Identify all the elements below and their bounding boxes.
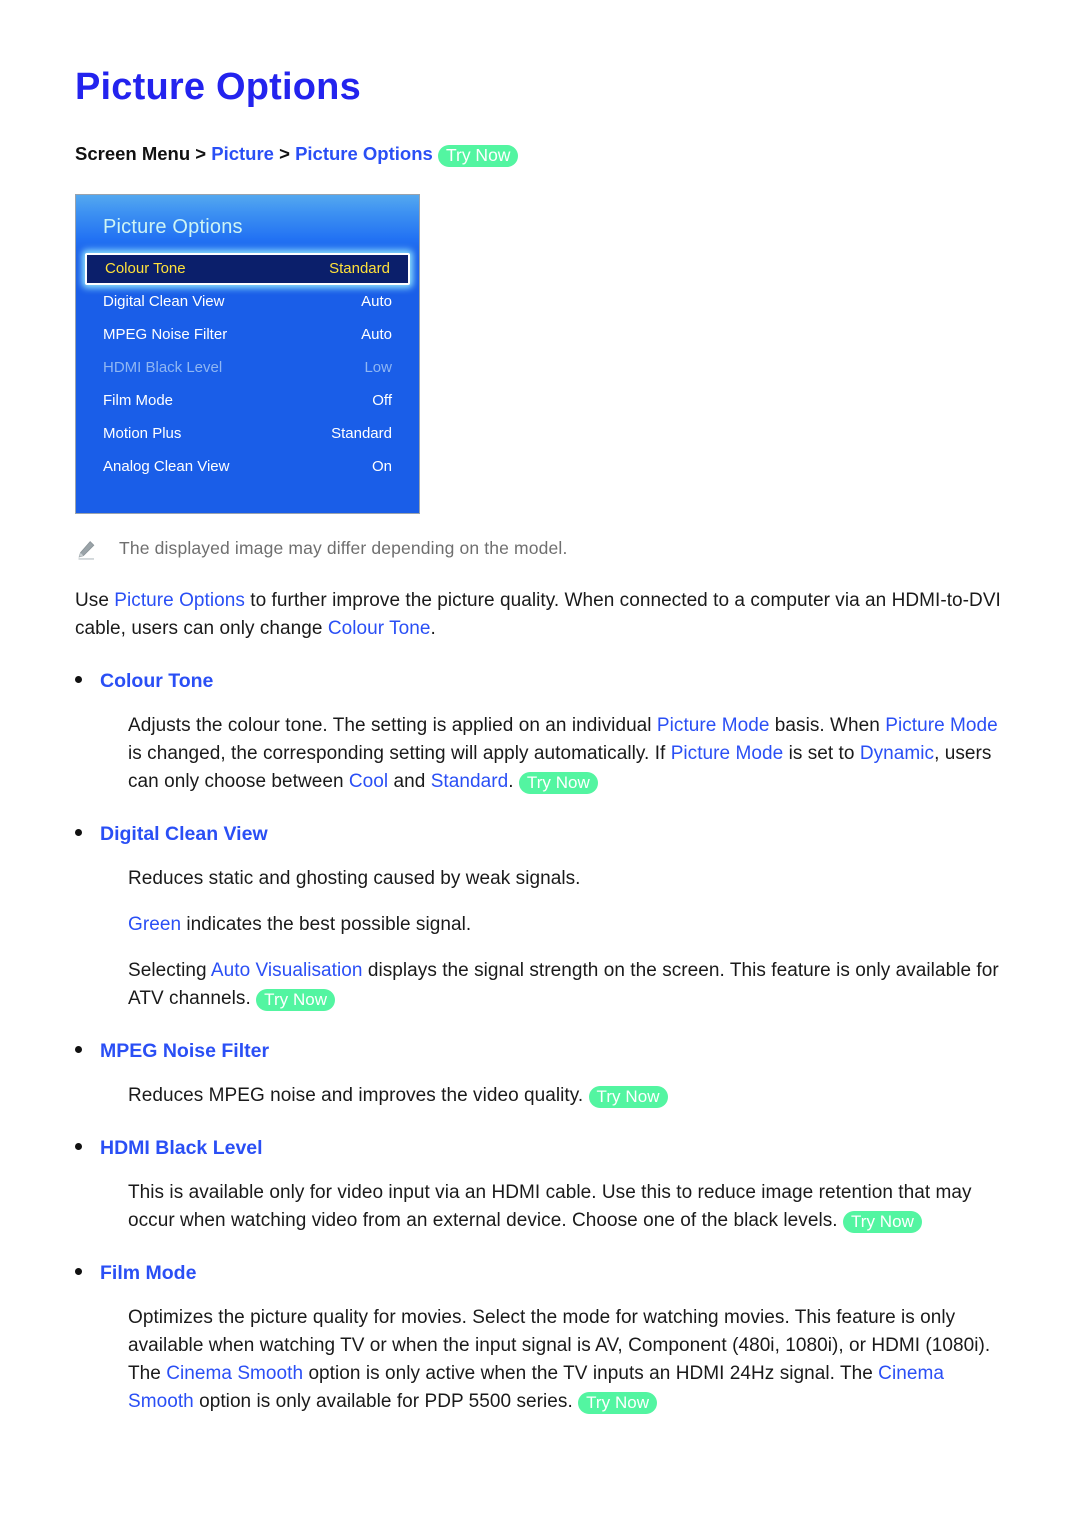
tv-menu-rows: Colour Tone Standard Digital Clean View … (76, 252, 419, 483)
inline-keyword[interactable]: Auto Visualisation (211, 960, 363, 981)
inline-keyword[interactable]: Picture Mode (657, 715, 770, 736)
tv-menu-row-label: Film Mode (103, 391, 174, 409)
bullet-heading-label: MPEG Noise Filter (100, 1039, 270, 1062)
breadcrumb: Screen Menu > Picture > Picture Options … (75, 142, 1005, 167)
bullet-heading-colour-tone: Colour Tone (75, 670, 1005, 693)
body-text: and (388, 770, 431, 792)
document-page: Picture Options Screen Menu > Picture > … (0, 0, 1080, 1527)
body-text: Reduces MPEG noise and improves the vide… (128, 1084, 589, 1106)
breadcrumb-level-2[interactable]: Picture (211, 143, 274, 164)
section-paragraph: Optimizes the picture quality for movies… (128, 1304, 1005, 1416)
body-text: option is only available for PDP 5500 se… (193, 1390, 579, 1412)
inline-keyword[interactable]: Dynamic (860, 743, 934, 764)
section-paragraph: Reduces static and ghosting caused by we… (128, 865, 1005, 893)
tv-menu-row-value: Standard (329, 260, 390, 278)
bullet-dot-icon (75, 1142, 82, 1150)
try-now-badge[interactable]: Try Now (842, 1210, 922, 1233)
body-text: option is only active when the TV inputs… (303, 1362, 879, 1384)
section-paragraph: Selecting Auto Visualisation displays th… (128, 957, 1005, 1013)
tv-menu-row-value: Auto (361, 292, 392, 310)
bullet-heading-label: HDMI Black Level (100, 1136, 263, 1159)
sections-container: Colour Tone Adjusts the colour tone. The … (75, 670, 1005, 1416)
inline-keyword[interactable]: Picture Mode (885, 715, 998, 736)
tv-menu-row-label: Colour Tone (105, 260, 186, 278)
body-text: is changed, the corresponding setting wi… (128, 742, 671, 764)
tv-menu-row-value: Low (364, 358, 392, 376)
tv-menu-row-value: On (371, 457, 392, 475)
tv-menu-row-film-mode[interactable]: Film Mode Off (76, 384, 419, 417)
tv-menu-row-hdmi-black-level: HDMI Black Level Low (76, 351, 419, 384)
pencil-icon (75, 539, 97, 561)
bullet-dot-icon (75, 1267, 82, 1275)
tv-menu-row-value: Auto (361, 325, 392, 343)
tv-menu-row-value: Off (372, 391, 392, 409)
body-text: . (508, 770, 519, 792)
bullet-heading-film-mode: Film Mode (75, 1262, 1005, 1285)
tv-menu-row-label: MPEG Noise Filter (103, 325, 228, 343)
inline-keyword[interactable]: Standard (431, 771, 509, 792)
try-now-badge[interactable]: Try Now (256, 988, 336, 1011)
section-paragraph: This is available only for video input v… (128, 1179, 1005, 1235)
section-paragraph: Adjusts the colour tone. The setting is … (128, 712, 1005, 796)
tv-menu-row-motion-plus[interactable]: Motion Plus Standard (76, 417, 419, 450)
tv-menu-row-mpeg-noise-filter[interactable]: MPEG Noise Filter Auto (76, 318, 419, 351)
bullet-heading-label: Film Mode (100, 1261, 197, 1284)
inline-keyword[interactable]: Picture Mode (671, 743, 784, 764)
page-title: Picture Options (75, 66, 361, 108)
bullet-heading-mpeg-noise-filter: MPEG Noise Filter (75, 1040, 1005, 1063)
bullet-heading-label: Digital Clean View (100, 822, 268, 845)
body-text: Reduces static and ghosting caused by we… (128, 867, 581, 889)
breadcrumb-root: Screen Menu (75, 142, 191, 164)
tv-menu-row-label: Analog Clean View (103, 457, 230, 475)
body-text: Selecting (128, 959, 211, 981)
tv-menu-row-label: HDMI Black Level (103, 358, 223, 376)
try-now-badge[interactable]: Try Now (588, 1085, 668, 1108)
body-text: basis. When (769, 714, 886, 736)
bullet-heading-digital-clean-view: Digital Clean View (75, 823, 1005, 846)
tv-menu-row-value: Standard (331, 424, 392, 442)
model-note: The displayed image may differ depending… (75, 538, 1005, 561)
model-note-text: The displayed image may differ depending… (119, 537, 568, 558)
bullet-dot-icon (75, 675, 82, 683)
try-now-badge[interactable]: Try Now (437, 144, 519, 167)
intro-keyword-2[interactable]: Colour Tone (328, 618, 431, 639)
bullet-heading-label: Colour Tone (100, 669, 214, 692)
inline-keyword[interactable]: Green (128, 914, 181, 935)
bullet-dot-icon (75, 1045, 82, 1053)
body-text: indicates the best possible signal. (181, 913, 472, 935)
inline-keyword[interactable]: Cinema Smooth (166, 1363, 303, 1384)
intro-keyword-1[interactable]: Picture Options (114, 590, 245, 611)
breadcrumb-separator-2: > (279, 142, 290, 164)
tv-menu-title: Picture Options (103, 215, 243, 238)
try-now-badge[interactable]: Try Now (518, 771, 598, 794)
intro-text-3: . (430, 617, 436, 639)
bullet-heading-hdmi-black-level: HDMI Black Level (75, 1137, 1005, 1160)
section-paragraph: Reduces MPEG noise and improves the vide… (128, 1082, 1005, 1110)
intro-text-1: Use (75, 589, 115, 611)
tv-menu-row-colour-tone[interactable]: Colour Tone Standard (85, 252, 410, 285)
inline-keyword[interactable]: Cool (349, 771, 388, 792)
breadcrumb-separator-1: > (195, 142, 207, 164)
bullet-dot-icon (75, 828, 82, 836)
section-paragraph: Green indicates the best possible signal… (128, 911, 1005, 939)
intro-paragraph: Use Picture Options to further improve t… (75, 587, 1005, 643)
breadcrumb-level-3[interactable]: Picture Options (295, 143, 433, 164)
body-text: is set to (783, 742, 860, 764)
tv-menu-row-digital-clean-view[interactable]: Digital Clean View Auto (76, 285, 419, 318)
tv-menu-row-label: Motion Plus (103, 424, 182, 442)
tv-menu-row-label: Digital Clean View (103, 292, 225, 310)
tv-menu-screenshot: Picture Options Colour Tone Standard Dig… (75, 193, 420, 514)
tv-menu-row-analog-clean-view[interactable]: Analog Clean View On (76, 450, 419, 483)
try-now-badge[interactable]: Try Now (578, 1391, 658, 1414)
body-text: Adjusts the colour tone. The setting is … (128, 714, 657, 736)
